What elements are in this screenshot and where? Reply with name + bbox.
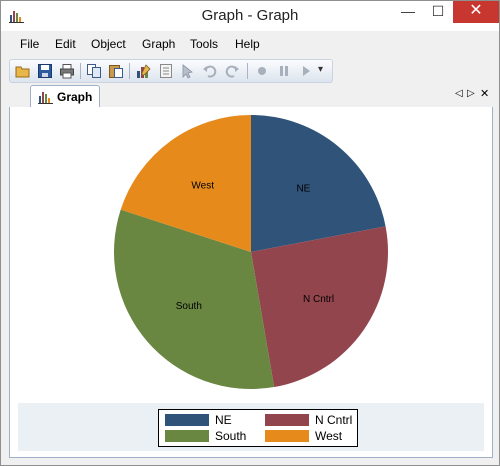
pointer-icon[interactable]	[180, 63, 196, 79]
toolbar: ▾	[9, 59, 333, 83]
open-folder-icon[interactable]	[15, 63, 31, 79]
tab-graph[interactable]: Graph	[30, 85, 100, 108]
paste-icon[interactable]	[108, 63, 124, 79]
menu-help[interactable]: Help	[235, 37, 260, 51]
graph-window: NE N Cntrl South West NE N Cntrl South Wes	[9, 107, 493, 458]
menu-bar: File Edit Object Graph Tools Help	[1, 35, 499, 55]
maximize-button[interactable]: ☐	[423, 1, 453, 23]
copy-icon[interactable]	[86, 63, 102, 79]
record-icon[interactable]	[254, 63, 270, 79]
save-icon[interactable]	[37, 63, 53, 79]
menu-tools[interactable]: Tools	[190, 37, 218, 51]
pie-slice-label: N Cntrl	[303, 294, 334, 305]
pie-chart[interactable]: NE N Cntrl South West	[18, 115, 484, 403]
menu-edit[interactable]: Edit	[55, 37, 76, 51]
pause-icon[interactable]	[276, 63, 292, 79]
legend-swatch	[165, 414, 209, 426]
toolbar-separator	[129, 63, 130, 79]
print-icon[interactable]	[59, 63, 75, 79]
legend-label: NE	[215, 413, 232, 427]
toolbar-separator	[247, 63, 248, 79]
app-window: Graph - Graph — ☐ ✕ File Edit Object Gra…	[0, 0, 500, 466]
legend-label: N Cntrl	[315, 413, 353, 427]
close-button[interactable]: ✕	[453, 1, 499, 23]
chart-legend: NE N Cntrl South West	[158, 409, 358, 447]
tab-close-icon[interactable]: ✕	[480, 87, 489, 100]
menu-graph[interactable]: Graph	[142, 37, 175, 51]
pie-slice-label: West	[191, 180, 214, 191]
tab-prev-icon[interactable]: ◁	[455, 88, 463, 99]
redo-icon[interactable]	[224, 63, 240, 79]
play-icon[interactable]	[298, 63, 314, 79]
legend-label: South	[215, 429, 247, 443]
properties-icon[interactable]	[158, 63, 174, 79]
toolbar-separator	[80, 63, 81, 79]
tab-next-icon[interactable]: ▷	[467, 88, 475, 99]
pie-slice-label: NE	[296, 184, 310, 195]
minimize-button[interactable]: —	[393, 1, 423, 23]
undo-icon[interactable]	[202, 63, 218, 79]
legend-swatch	[265, 430, 309, 442]
menu-object[interactable]: Object	[91, 37, 126, 51]
title-bar: Graph - Graph — ☐ ✕	[1, 1, 499, 31]
menu-file[interactable]: File	[20, 37, 39, 51]
pie-slice-n-cntrl[interactable]	[251, 226, 389, 388]
pie-slice-label: South	[176, 301, 202, 312]
graph-tab-icon	[38, 92, 53, 104]
tab-graph-label: Graph	[57, 90, 93, 104]
toolbar-overflow-chevron-icon[interactable]: ▾	[318, 64, 328, 80]
graph-region: NE N Cntrl South West NE N Cntrl South Wes	[18, 115, 484, 451]
plot-region: NE N Cntrl South West	[18, 115, 484, 403]
legend-swatch	[265, 414, 309, 426]
graph-editor-icon[interactable]	[136, 63, 152, 79]
document-tab-strip: Graph ◁ ▷ ✕	[9, 85, 491, 108]
legend-swatch	[165, 430, 209, 442]
legend-label: West	[315, 429, 343, 443]
